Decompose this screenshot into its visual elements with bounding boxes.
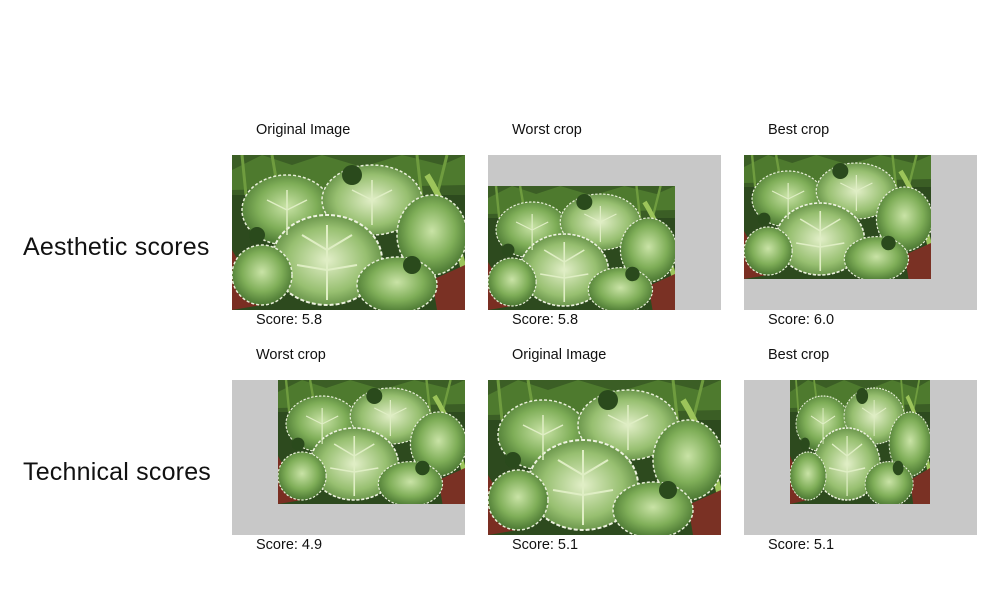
image-frame [232, 155, 465, 310]
score-label: Score: 5.1 [512, 537, 579, 553]
cell-title: Best crop [768, 122, 830, 138]
image-frame [232, 380, 465, 535]
image-frame [488, 155, 721, 310]
score-label: Score: 6.0 [768, 312, 835, 328]
cell-title: Best crop [768, 347, 830, 363]
cell-title: Original Image [512, 347, 607, 363]
score-label: Score: 4.9 [256, 537, 323, 553]
row-label-aesthetic: Aesthetic scores [23, 233, 210, 261]
cell-title: Worst crop [256, 347, 326, 363]
plant-image [488, 186, 675, 310]
plant-image [278, 380, 465, 504]
score-label: Score: 5.8 [512, 312, 579, 328]
plant-image [790, 380, 930, 504]
cell-title: Worst crop [512, 122, 582, 138]
plant-image [488, 380, 721, 535]
row-label-technical: Technical scores [23, 458, 212, 486]
cell-title: Original Image [256, 122, 351, 138]
plant-image [232, 155, 465, 310]
plant-image [744, 155, 931, 279]
score-label: Score: 5.8 [256, 312, 323, 328]
image-frame [744, 155, 977, 310]
image-frame [488, 380, 721, 535]
image-frame [744, 380, 977, 535]
score-label: Score: 5.1 [768, 537, 835, 553]
